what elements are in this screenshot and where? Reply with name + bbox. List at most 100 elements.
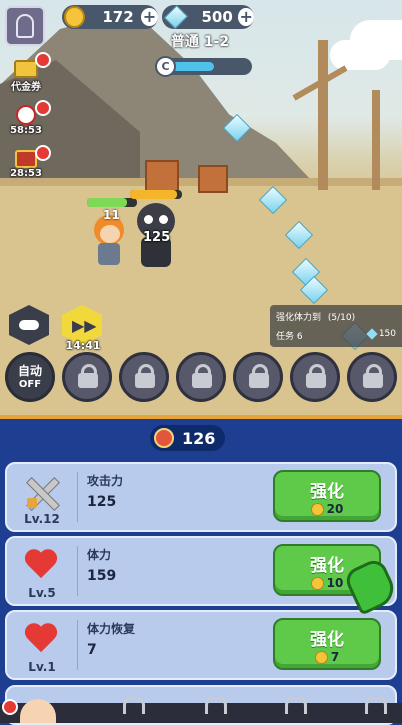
stage-cycle-icon: C	[155, 56, 176, 77]
coin-icon	[314, 650, 328, 664]
hero-character	[92, 215, 126, 267]
auto-toggle[interactable]: 自动 OFF	[5, 352, 55, 402]
auto-label: 自动	[17, 364, 42, 378]
upgrade-name: 体力	[87, 548, 112, 562]
lock-body	[249, 373, 269, 388]
add-gems-button[interactable]: +	[238, 8, 254, 26]
nav-notification-dot	[2, 699, 18, 715]
coin-counter: 172 +	[62, 5, 158, 29]
lock-body	[78, 373, 98, 388]
add-coins-button[interactable]: +	[140, 8, 158, 26]
quest-reward-value: 150	[378, 329, 396, 339]
upgrade-level: Lv.5	[28, 586, 56, 600]
stage-title: 普通 1-2	[170, 34, 230, 50]
fast-forward-icon: ▶▶	[72, 316, 97, 335]
locked-skill-slot[interactable]	[62, 352, 112, 402]
upgrade-points-counter: 126	[150, 425, 225, 451]
upgrade-row-attack: Lv.12 攻击力 125 强化 20	[5, 462, 397, 532]
avatar-button[interactable]	[5, 6, 45, 46]
bottom-nav-bar	[0, 697, 402, 723]
nav-lock-icon	[285, 697, 307, 714]
timed-offer-notification-dot	[35, 100, 51, 116]
locked-skill-slot[interactable]	[347, 352, 397, 402]
crate	[145, 160, 179, 192]
voucher-label: 代金券	[11, 82, 41, 93]
gem-reward-icon	[366, 328, 378, 340]
upgrade-value: 7	[87, 642, 97, 658]
hero-level: 11	[103, 208, 120, 222]
upgrade-level: Lv.12	[24, 512, 60, 526]
upgrade-attack-button[interactable]: 强化 20	[273, 470, 381, 522]
upgrade-cost: 20	[275, 502, 379, 516]
heart-recovery-icon	[19, 620, 63, 660]
locked-skill-slot[interactable]	[176, 352, 226, 402]
coin-icon	[310, 502, 324, 516]
minus-icon	[19, 320, 39, 330]
upgrade-cost-value: 20	[326, 502, 344, 516]
coin-icon	[310, 576, 324, 590]
gem-value: 500	[201, 8, 233, 26]
gem-hud-icon	[163, 5, 188, 29]
lock-body	[306, 373, 326, 388]
timed-offer-icon	[16, 105, 36, 125]
quest-reward: 150	[366, 328, 396, 340]
stage-progress-bar: C	[155, 56, 252, 77]
upgrade-cost-value: 7	[330, 650, 340, 664]
hero-health-bar	[87, 198, 137, 207]
locked-skill-slot[interactable]	[119, 352, 169, 402]
dead-tree	[372, 90, 380, 190]
nav-lock-icon	[365, 697, 387, 714]
upgrade-recovery-button[interactable]: 强化 7	[273, 618, 381, 670]
upgrade-cost-value: 10	[326, 576, 344, 590]
heart-icon	[19, 546, 63, 586]
upgrade-value: 159	[87, 568, 117, 584]
speed-timer: 14:41	[65, 339, 101, 352]
stage-progress-fill	[172, 62, 214, 71]
auto-state: OFF	[18, 379, 42, 390]
cloud	[330, 40, 390, 70]
voucher-icon	[14, 60, 38, 78]
locked-skill-slot[interactable]	[233, 352, 283, 402]
coin-value: 172	[102, 8, 134, 26]
gem-counter: 500 +	[162, 5, 254, 29]
quest-box[interactable]: 强化体力到 (5/10) 任务 6 150	[270, 305, 402, 347]
upgrade-points-value: 126	[182, 428, 216, 448]
lock-body	[135, 373, 155, 388]
chest-icon	[15, 150, 37, 168]
divider	[77, 472, 78, 522]
nav-lock-icon	[123, 697, 145, 714]
swords-icon	[19, 472, 63, 512]
upgrade-points-icon	[154, 428, 174, 448]
avatar-icon	[16, 14, 34, 38]
locked-skill-slot[interactable]	[290, 352, 340, 402]
quest-task: 任务 6	[276, 332, 303, 342]
enemy-hp: 125	[143, 230, 171, 245]
lock-body	[192, 373, 212, 388]
enemy-health-bar	[130, 190, 182, 199]
upgrade-name: 攻击力	[87, 474, 124, 488]
upgrade-row-stamina: Lv.5 体力 159 强化 10	[5, 536, 397, 606]
lock-body	[363, 373, 383, 388]
upgrade-value: 125	[87, 494, 117, 510]
nav-lock-icon	[205, 697, 227, 714]
chest-offer-timer: 28:53	[10, 168, 42, 179]
upgrade-row-stamina-recovery: Lv.1 体力恢复 7 强化 7	[5, 610, 397, 680]
voucher-notification-dot	[35, 52, 51, 68]
divider	[77, 546, 78, 596]
upgrade-button-label: 强化	[310, 482, 344, 502]
timed-offer-timer: 58:53	[10, 125, 42, 136]
quest-progress: (5/10)	[327, 313, 356, 323]
upgrade-cost: 7	[275, 650, 379, 664]
upgrade-name: 体力恢复	[87, 622, 136, 636]
panel-top-border	[0, 415, 402, 419]
chest-offer-notification-dot	[35, 145, 51, 161]
upgrade-level: Lv.1	[28, 660, 56, 674]
upgrade-button-label: 强化	[310, 630, 344, 650]
coin-icon	[64, 6, 86, 28]
quest-title: 强化体力到	[276, 313, 322, 323]
crate	[198, 165, 228, 193]
upgrade-panel: 126 Lv.12 攻击力 125 强化 20 Lv.5 体力 159 强化 1…	[0, 415, 402, 725]
nav-tab-character[interactable]	[20, 699, 56, 723]
dead-tree	[318, 40, 328, 190]
divider	[77, 620, 78, 670]
